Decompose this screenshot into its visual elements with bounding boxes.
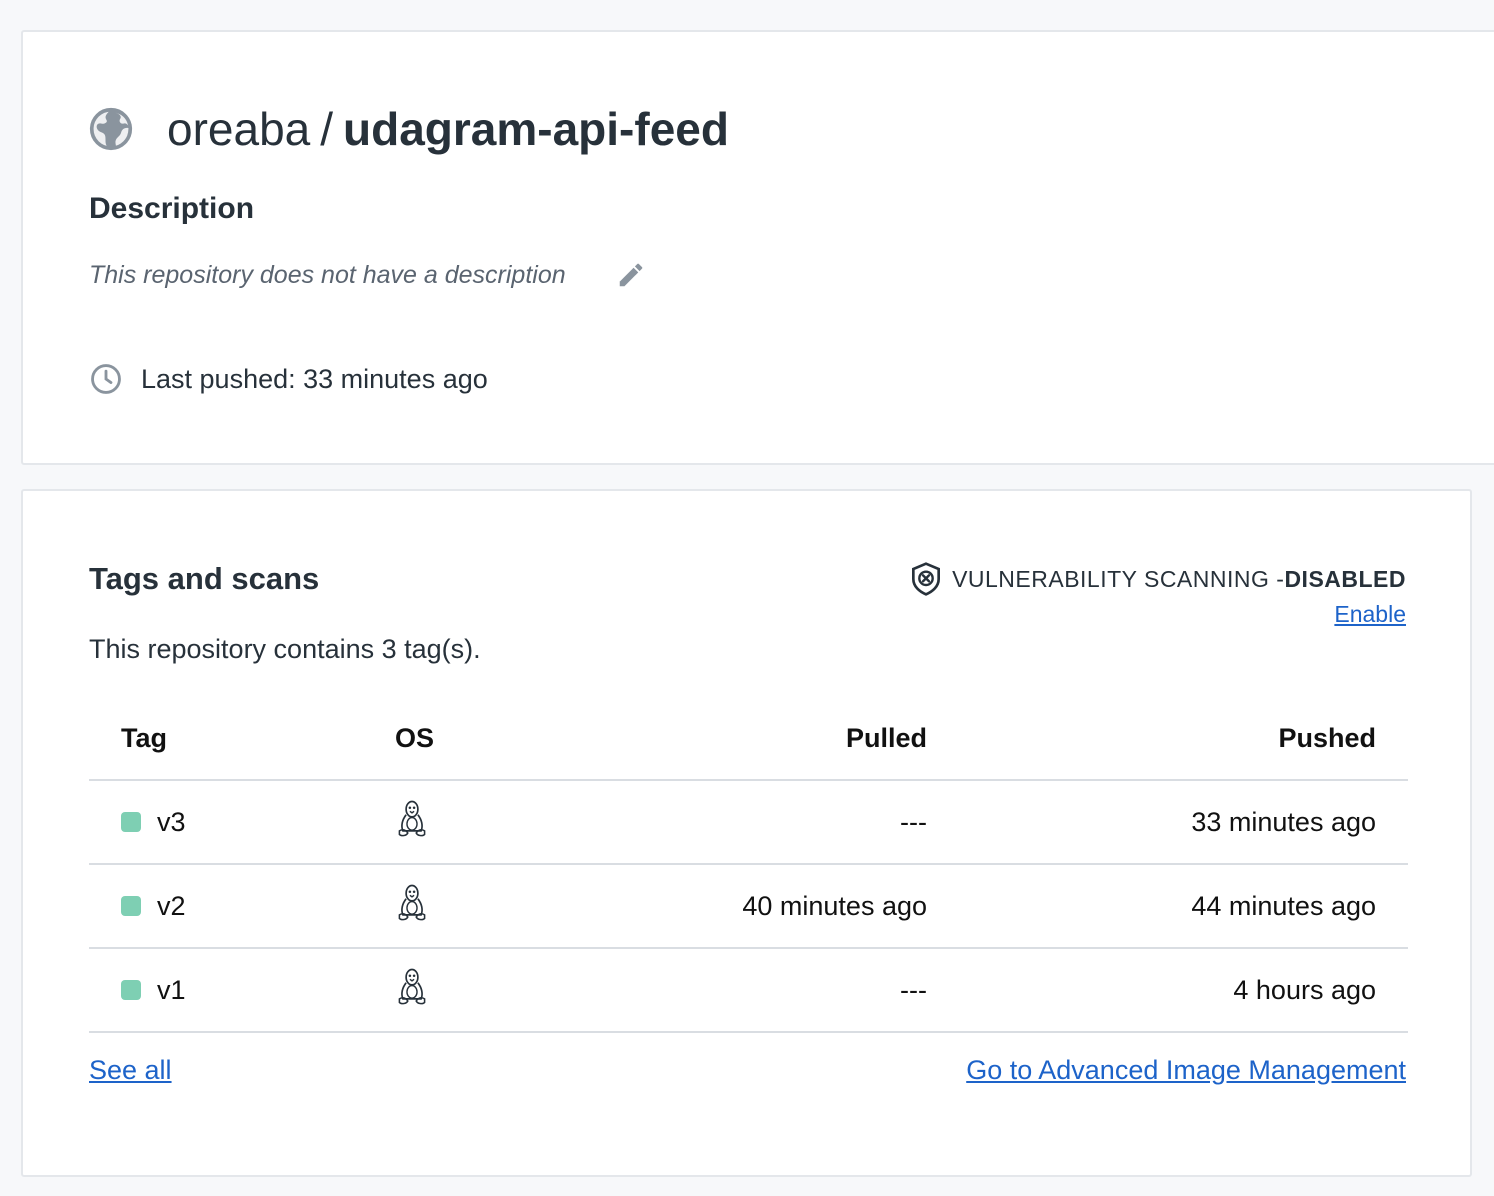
repository-name: udagram-api-feed [343,103,729,155]
column-header-tag: Tag [121,722,167,753]
table-header: Tag OS Pulled Pushed [89,697,1408,781]
description-text: This repository does not have a descript… [89,260,566,289]
tag-status-dot [121,980,141,1000]
os-cell [395,966,687,1015]
last-pushed-row: Last pushed: 33 minutes ago [89,362,488,396]
clock-icon [91,364,121,394]
pulled-cell: --- [900,974,927,1005]
vulnerability-scanning-block: VULNERABILITY SCANNING - DISABLED Enable [910,561,1406,628]
linux-icon [398,884,426,920]
last-pushed-text: Last pushed: 33 minutes ago [141,363,488,394]
tag-count-text: This repository contains 3 tag(s). [89,634,481,664]
pencil-icon[interactable] [616,260,646,290]
repository-header-card: oreaba / udagram-api-feed Description This… [21,30,1494,465]
tag-cell: v1 [89,975,395,1006]
repository-separator: / [320,103,334,155]
column-header-os: OS [395,722,435,753]
column-header-pushed: Pushed [1278,722,1376,753]
pushed-cell: 4 hours ago [1233,974,1376,1005]
os-cell [395,882,687,931]
repository-title-row: oreaba / udagram-api-feed [89,102,729,156]
vulnerability-scanning-status: VULNERABILITY SCANNING - DISABLED [910,561,1406,597]
linux-icon [398,800,426,836]
pulled-cell: 40 minutes ago [742,890,927,921]
tags-heading: Tags and scans [89,561,320,596]
repository-owner[interactable]: oreaba [167,103,310,155]
os-cell [395,798,687,847]
column-header-pulled: Pulled [845,722,927,753]
tag-status-dot [121,812,141,832]
enable-scanning-link[interactable]: Enable [1334,601,1406,628]
pushed-cell: 33 minutes ago [1191,806,1376,837]
description-heading: Description [89,192,255,225]
pulled-cell: --- [900,806,927,837]
vulnerability-status: DISABLED [1284,565,1406,592]
table-row: v3 --- 33 minutes ago [89,781,1408,865]
table-row: v1 --- 4 hours ago [89,949,1408,1033]
table-row: v2 40 minutes ago 44 minutes ago [89,865,1408,949]
advanced-image-management-link[interactable]: Go to Advanced Image Management [966,1055,1406,1086]
linux-icon [398,968,426,1004]
tag-status-dot [121,896,141,916]
globe-icon [89,107,133,151]
tag-name-link[interactable]: v1 [157,975,186,1006]
tags-table: Tag OS Pulled Pushed v3 --- 33 minutes a… [89,697,1408,1033]
see-all-link[interactable]: See all [89,1055,172,1086]
tag-cell: v3 [89,807,395,838]
tag-name-link[interactable]: v2 [157,891,186,922]
description-row: This repository does not have a descript… [89,260,646,290]
pushed-cell: 44 minutes ago [1191,890,1376,921]
tag-name-link[interactable]: v3 [157,807,186,838]
shield-x-icon [912,562,941,596]
tags-and-scans-card: Tags and scans VULNERABILITY SCANNING - … [21,489,1472,1177]
vulnerability-label: VULNERABILITY SCANNING - [952,565,1285,592]
repository-title: oreaba / udagram-api-feed [167,102,729,156]
tag-cell: v2 [89,891,395,922]
